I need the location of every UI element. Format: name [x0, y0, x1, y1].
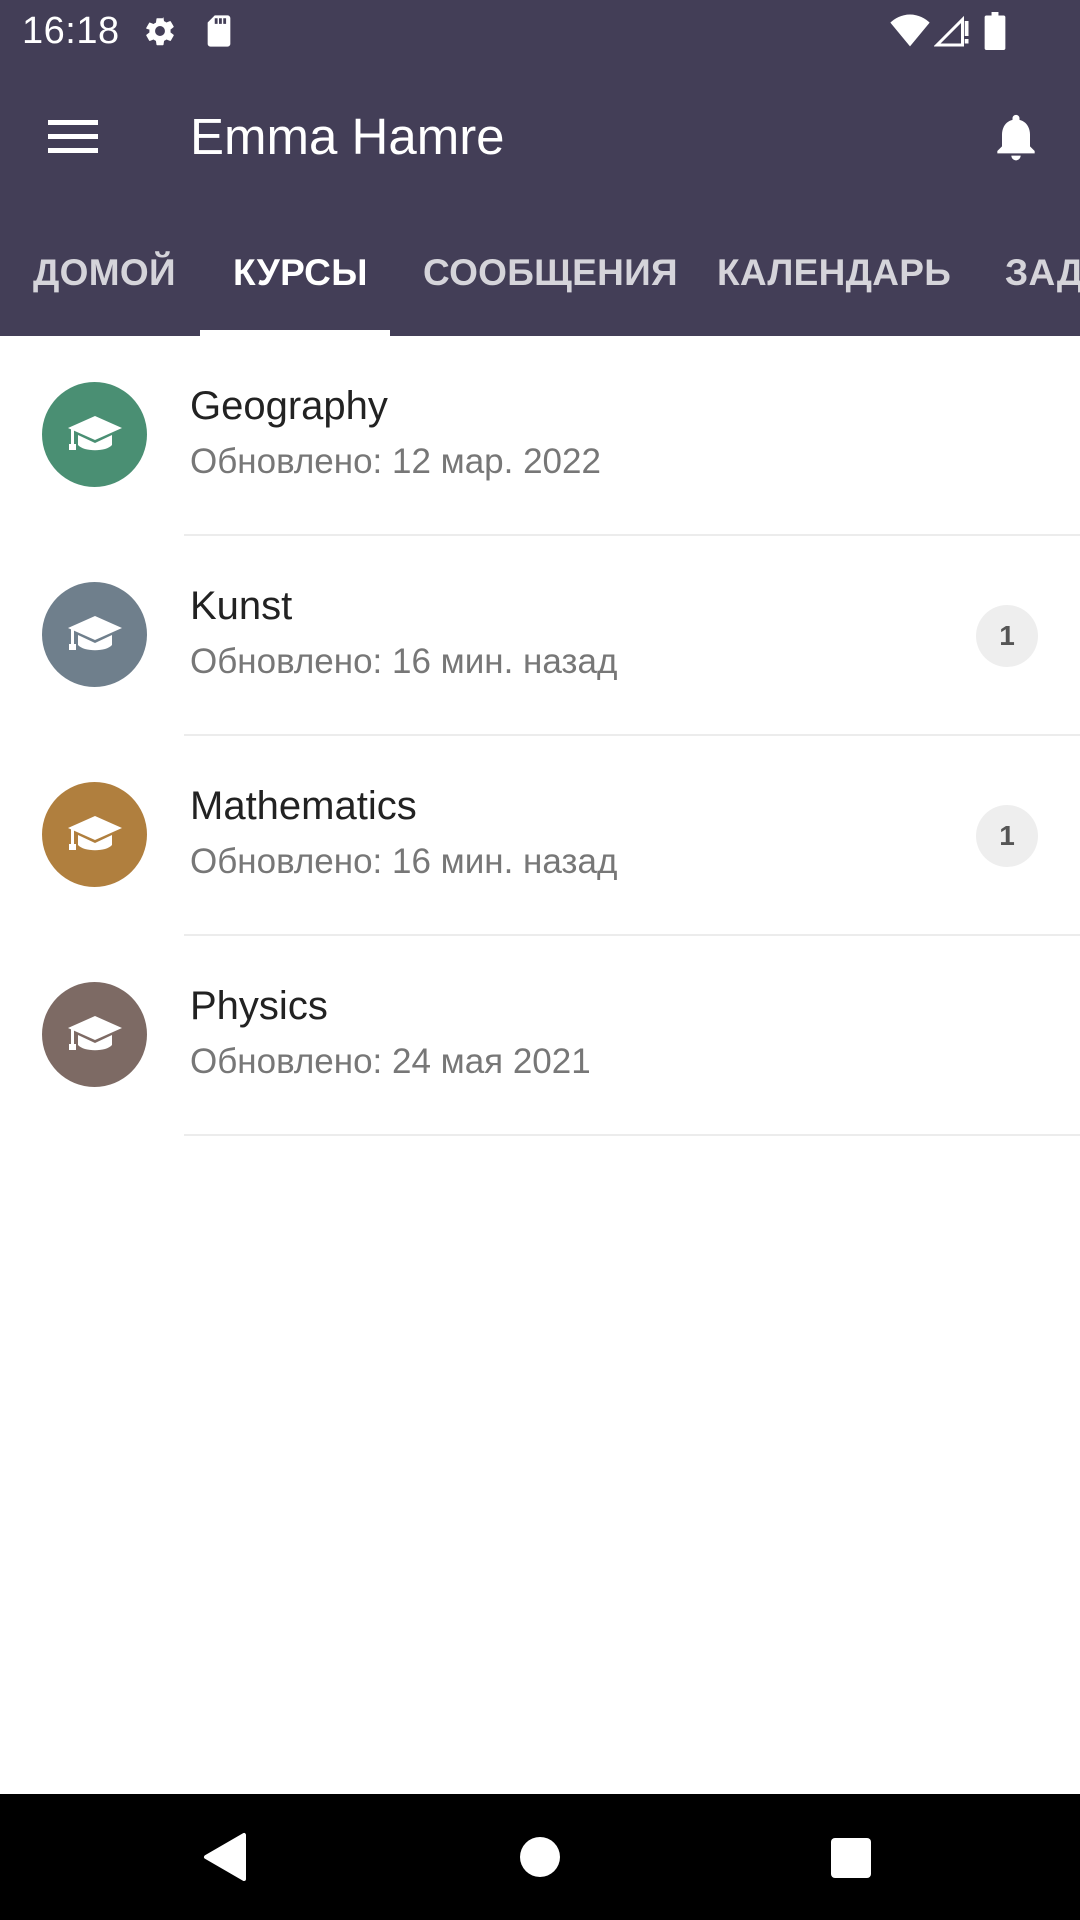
- page-title: Emma Hamre: [190, 108, 505, 165]
- tab-bar: ДОМОЙ КУРСЫ СООБЩЕНИЯ КАЛЕНДАРЬ ЗАД: [0, 210, 1080, 336]
- graduation-cap-icon: [68, 416, 122, 451]
- course-updated: Обновлено: 16 мин. назад: [190, 642, 618, 681]
- course-name: Mathematics: [190, 784, 417, 828]
- list-item[interactable]: Physics Обновлено: 24 мая 2021: [0, 936, 1080, 1136]
- course-name: Geography: [190, 384, 388, 428]
- course-list: Geography Обновлено: 12 мар. 2022 Kunst …: [0, 336, 1080, 1136]
- app-screen: 16:18 Emma Hamre ДОМОЙ КУРСЫ СООБЩЕНИЯ К…: [0, 0, 1080, 1920]
- course-avatar: [42, 382, 147, 487]
- menu-icon[interactable]: [40, 109, 106, 163]
- graduation-cap-icon: [68, 816, 122, 851]
- list-item[interactable]: Kunst Обновлено: 16 мин. назад 1: [0, 536, 1080, 736]
- app-bar: Emma Hamre: [0, 63, 1080, 210]
- status-time: 16:18: [22, 10, 120, 52]
- graduation-cap-icon: [68, 616, 122, 651]
- status-bar: 16:18: [0, 0, 1080, 63]
- course-name: Physics: [190, 984, 328, 1028]
- course-avatar: [42, 582, 147, 687]
- list-item[interactable]: Mathematics Обновлено: 16 мин. назад 1: [0, 736, 1080, 936]
- signal-icon: [933, 12, 970, 53]
- course-updated: Обновлено: 16 мин. назад: [190, 842, 618, 881]
- course-avatar: [42, 982, 147, 1087]
- settings-icon: [143, 14, 177, 53]
- recents-icon[interactable]: [826, 1794, 876, 1920]
- list-item[interactable]: Geography Обновлено: 12 мар. 2022: [0, 336, 1080, 536]
- tab-tasks[interactable]: ЗАД: [1005, 210, 1080, 336]
- back-icon[interactable]: [196, 1794, 260, 1920]
- course-updated: Обновлено: 24 мая 2021: [190, 1042, 591, 1081]
- tab-messages[interactable]: СООБЩЕНИЯ: [423, 210, 678, 336]
- tab-calendar[interactable]: КАЛЕНДАРЬ: [717, 210, 951, 336]
- divider: [184, 1134, 1080, 1136]
- system-nav-bar: [0, 1794, 1080, 1920]
- tab-courses[interactable]: КУРСЫ: [233, 210, 368, 336]
- home-icon[interactable]: [502, 1794, 578, 1920]
- unread-badge: 1: [976, 605, 1038, 667]
- bell-icon[interactable]: [988, 108, 1044, 166]
- tab-home[interactable]: ДОМОЙ: [33, 210, 176, 336]
- course-name: Kunst: [190, 584, 293, 628]
- course-avatar: [42, 782, 147, 887]
- unread-badge: 1: [976, 805, 1038, 867]
- course-updated: Обновлено: 12 мар. 2022: [190, 442, 601, 481]
- battery-icon: [984, 12, 1006, 55]
- graduation-cap-icon: [68, 1016, 122, 1051]
- wifi-icon: [890, 12, 930, 53]
- sd-card-icon: [204, 14, 234, 53]
